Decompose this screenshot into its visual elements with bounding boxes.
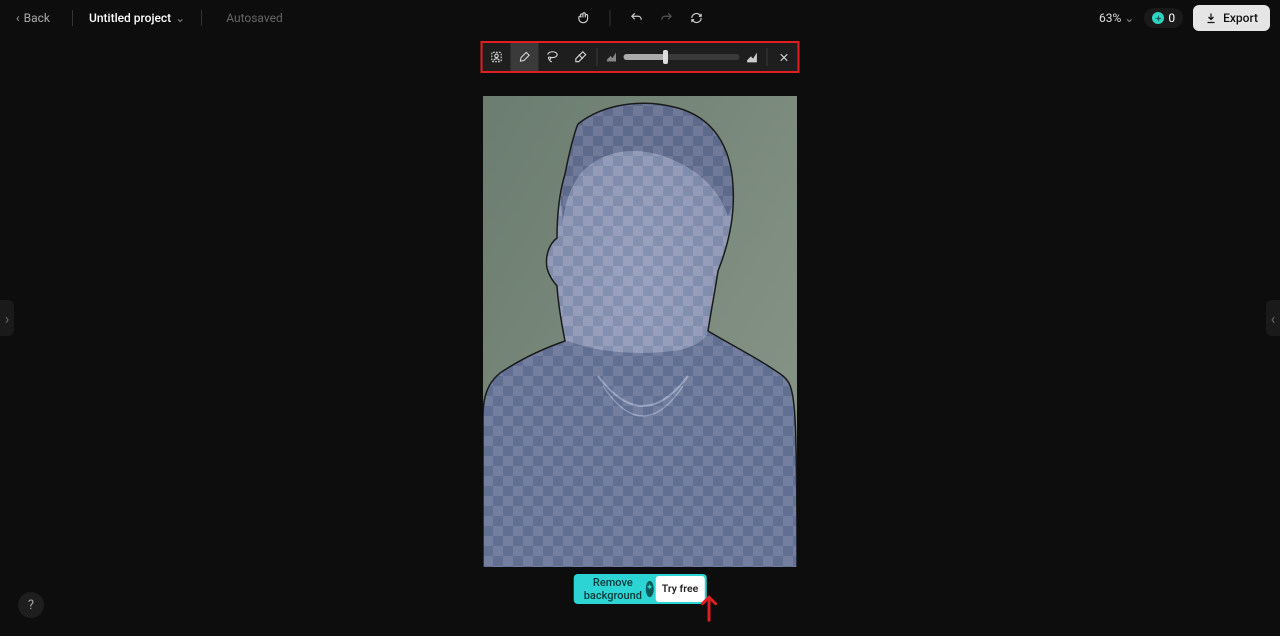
undo-button[interactable] [627,8,647,28]
redo-button[interactable] [657,8,677,28]
chevron-left-icon: ‹ [1271,309,1276,328]
right-panel-toggle[interactable]: ‹ [1266,300,1280,336]
coin-icon [1152,12,1164,24]
credits-count: 0 [1168,11,1175,25]
export-label: Export [1223,11,1258,25]
image-canvas[interactable] [483,96,797,567]
divider [72,10,73,26]
pan-tool-button[interactable] [574,8,594,28]
divider [201,10,202,26]
credits-button[interactable]: 0 [1144,8,1183,28]
zoom-dropdown[interactable]: 63% ⌄ [1099,11,1134,25]
download-icon [1205,12,1217,24]
chevron-right-icon: › [5,309,10,328]
canvas-area[interactable] [0,36,1280,636]
subject-selection-overlay [483,96,797,567]
sparkle-icon: ✦ [646,581,654,597]
cta-main: Remove background ✦ [574,574,654,604]
back-label: Back [24,11,50,25]
header-left: ‹ Back Untitled project ⌄ Autosaved [10,9,283,27]
export-button[interactable]: Export [1193,5,1270,31]
chevron-down-icon: ⌄ [1124,11,1134,25]
app-header: ‹ Back Untitled project ⌄ Autosaved 63% … [0,0,1280,36]
refresh-button[interactable] [687,8,707,28]
divider [610,10,611,26]
back-button[interactable]: ‹ Back [10,9,56,27]
remove-background-cta[interactable]: Remove background ✦ Try free [574,574,707,604]
zoom-value: 63% [1099,11,1121,25]
chevron-left-icon: ‹ [16,11,20,25]
project-name-dropdown[interactable]: Untitled project ⌄ [89,11,185,25]
header-right: 63% ⌄ 0 Export [1099,5,1270,31]
cta-label: Remove background [584,576,642,602]
help-button[interactable]: ? [18,592,44,618]
left-panel-toggle[interactable]: › [0,300,14,336]
try-free-label: Try free [662,582,699,595]
help-icon: ? [28,598,34,613]
chevron-down-icon: ⌄ [175,11,185,25]
header-center [574,8,707,28]
autosave-status: Autosaved [226,11,283,25]
project-name-text: Untitled project [89,11,171,25]
